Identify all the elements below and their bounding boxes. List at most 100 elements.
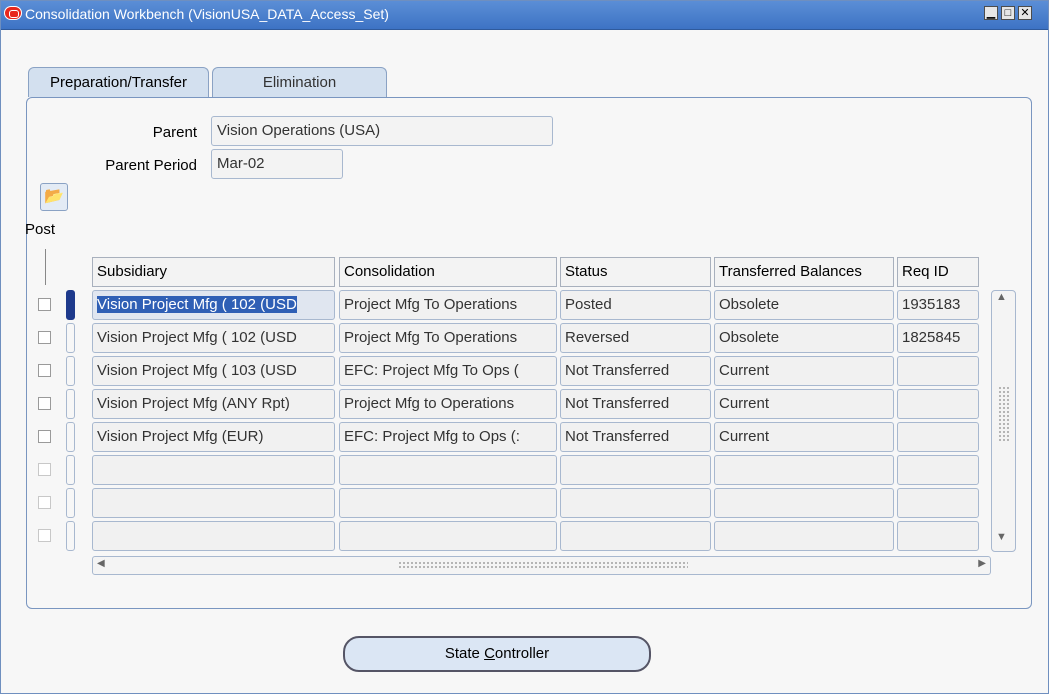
tab-preparation-transfer[interactable]: Preparation/Transfer	[28, 67, 209, 97]
state-controller-button[interactable]: State Controller	[343, 636, 651, 672]
minimize-icon[interactable]: ▁	[984, 6, 998, 20]
cell-consolidation-text: EFC: Project Mfg to Ops (:	[344, 428, 520, 445]
cell-transferred-balances[interactable]: Current	[714, 422, 894, 452]
cell-subsidiary[interactable]: Vision Project Mfg ( 103 (USD	[92, 356, 335, 386]
post-checkbox[interactable]	[38, 529, 51, 542]
tab-elimination[interactable]: Elimination	[212, 67, 387, 97]
cell-req-id-text: 1825845	[902, 329, 961, 346]
close-icon[interactable]: ✕	[1018, 6, 1032, 20]
parent-period-field[interactable]: Mar-02	[211, 149, 343, 179]
cell-status[interactable]: Reversed	[560, 323, 711, 353]
row-selector[interactable]	[66, 521, 75, 551]
cell-subsidiary[interactable]: Vision Project Mfg ( 102 (USD	[92, 323, 335, 353]
cell-subsidiary-text: Vision Project Mfg ( 103 (USD	[97, 362, 297, 379]
cell-subsidiary[interactable]	[92, 455, 335, 485]
cell-req-id[interactable]	[897, 389, 979, 419]
scroll-grip[interactable]	[998, 386, 1010, 441]
col-header-subsidiary[interactable]: Subsidiary	[92, 257, 335, 287]
cell-status[interactable]	[560, 521, 711, 551]
scroll-right-icon[interactable]: ▶	[978, 558, 986, 569]
row-selector[interactable]	[66, 488, 75, 518]
open-folder-icon[interactable]: 📂	[40, 183, 68, 211]
cell-req-id[interactable]	[897, 521, 979, 551]
cell-status-text: Not Transferred	[565, 362, 670, 379]
cell-req-id[interactable]	[897, 455, 979, 485]
post-checkbox[interactable]	[38, 463, 51, 476]
row-selector[interactable]	[66, 290, 75, 320]
cell-subsidiary[interactable]	[92, 488, 335, 518]
cell-consolidation[interactable]	[339, 521, 557, 551]
cell-subsidiary-text: Vision Project Mfg ( 102 (USD	[97, 296, 297, 313]
cell-consolidation[interactable]	[339, 488, 557, 518]
cell-consolidation-text: Project Mfg To Operations	[344, 329, 518, 346]
maximize-icon[interactable]: □	[1001, 6, 1015, 20]
cell-transferred-balances[interactable]	[714, 488, 894, 518]
row-selector[interactable]	[66, 455, 75, 485]
post-checkbox[interactable]	[38, 298, 51, 311]
cell-transferred-balances[interactable]: Current	[714, 389, 894, 419]
cell-consolidation-text: Project Mfg to Operations	[344, 395, 515, 412]
cell-consolidation[interactable]: EFC: Project Mfg to Ops (:	[339, 422, 557, 452]
parent-field[interactable]: Vision Operations (USA)	[211, 116, 553, 146]
post-divider	[45, 249, 46, 285]
cell-status[interactable]: Not Transferred	[560, 356, 711, 386]
scroll-down-icon[interactable]: ▼	[996, 531, 1007, 543]
vertical-scrollbar[interactable]: ▲ ▼	[991, 290, 1016, 552]
scroll-up-icon[interactable]: ▲	[996, 291, 1007, 303]
col-header-req-id[interactable]: Req ID	[897, 257, 979, 287]
cell-consolidation[interactable]: Project Mfg to Operations	[339, 389, 557, 419]
post-checkbox[interactable]	[38, 397, 51, 410]
post-checkbox[interactable]	[38, 430, 51, 443]
cell-subsidiary-text: Vision Project Mfg (EUR)	[97, 428, 264, 445]
cell-transferred-balances[interactable]	[714, 455, 894, 485]
cell-transferred-balances-text: Obsolete	[719, 296, 780, 313]
cell-req-id[interactable]	[897, 488, 979, 518]
cell-transferred-balances-text: Current	[719, 362, 770, 379]
col-header-status[interactable]: Status	[560, 257, 711, 287]
cell-req-id[interactable]	[897, 356, 979, 386]
parent-label: Parent	[152, 124, 197, 141]
cell-transferred-balances-text: Current	[719, 395, 770, 412]
cell-subsidiary-text: Vision Project Mfg (ANY Rpt)	[97, 395, 290, 412]
cell-consolidation[interactable]: Project Mfg To Operations	[339, 323, 557, 353]
post-checkbox[interactable]	[38, 496, 51, 509]
cell-transferred-balances[interactable]: Current	[714, 356, 894, 386]
row-selector[interactable]	[66, 422, 75, 452]
cell-transferred-balances-text: Obsolete	[719, 329, 780, 346]
title-bar: Consolidation Workbench (VisionUSA_DATA_…	[1, 1, 1048, 30]
post-checkbox[interactable]	[38, 364, 51, 377]
cell-consolidation[interactable]: Project Mfg To Operations	[339, 290, 557, 320]
cell-consolidation-text: Project Mfg To Operations	[344, 296, 518, 313]
cell-req-id[interactable]	[897, 422, 979, 452]
cell-transferred-balances[interactable]	[714, 521, 894, 551]
col-header-consolidation[interactable]: Consolidation	[339, 257, 557, 287]
cell-req-id-text: 1935183	[902, 296, 961, 313]
cell-status[interactable]: Not Transferred	[560, 389, 711, 419]
cell-status-text: Reversed	[565, 329, 630, 346]
post-label: Post	[25, 221, 56, 238]
cell-subsidiary[interactable]	[92, 521, 335, 551]
cell-status[interactable]: Not Transferred	[560, 422, 711, 452]
cell-subsidiary[interactable]: Vision Project Mfg (EUR)	[92, 422, 335, 452]
scroll-left-icon[interactable]: ◀	[97, 558, 105, 569]
scroll-grip-horizontal[interactable]	[398, 561, 688, 569]
cell-req-id[interactable]: 1825845	[897, 323, 979, 353]
cell-subsidiary[interactable]: Vision Project Mfg (ANY Rpt)	[92, 389, 335, 419]
cell-transferred-balances[interactable]: Obsolete	[714, 323, 894, 353]
cell-status[interactable]	[560, 455, 711, 485]
consolidation-workbench-window: Consolidation Workbench (VisionUSA_DATA_…	[0, 0, 1049, 694]
cell-status[interactable]: Posted	[560, 290, 711, 320]
cell-status[interactable]	[560, 488, 711, 518]
row-selector[interactable]	[66, 356, 75, 386]
cell-consolidation[interactable]	[339, 455, 557, 485]
cell-req-id[interactable]: 1935183	[897, 290, 979, 320]
cell-consolidation[interactable]: EFC: Project Mfg To Ops (	[339, 356, 557, 386]
cell-subsidiary[interactable]: Vision Project Mfg ( 102 (USD	[92, 290, 335, 320]
post-checkbox[interactable]	[38, 331, 51, 344]
cell-transferred-balances[interactable]: Obsolete	[714, 290, 894, 320]
row-selector[interactable]	[66, 323, 75, 353]
cell-transferred-balances-text: Current	[719, 428, 770, 445]
row-selector[interactable]	[66, 389, 75, 419]
horizontal-scrollbar[interactable]: ◀ ▶	[92, 556, 991, 575]
col-header-transferred-balances[interactable]: Transferred Balances	[714, 257, 894, 287]
